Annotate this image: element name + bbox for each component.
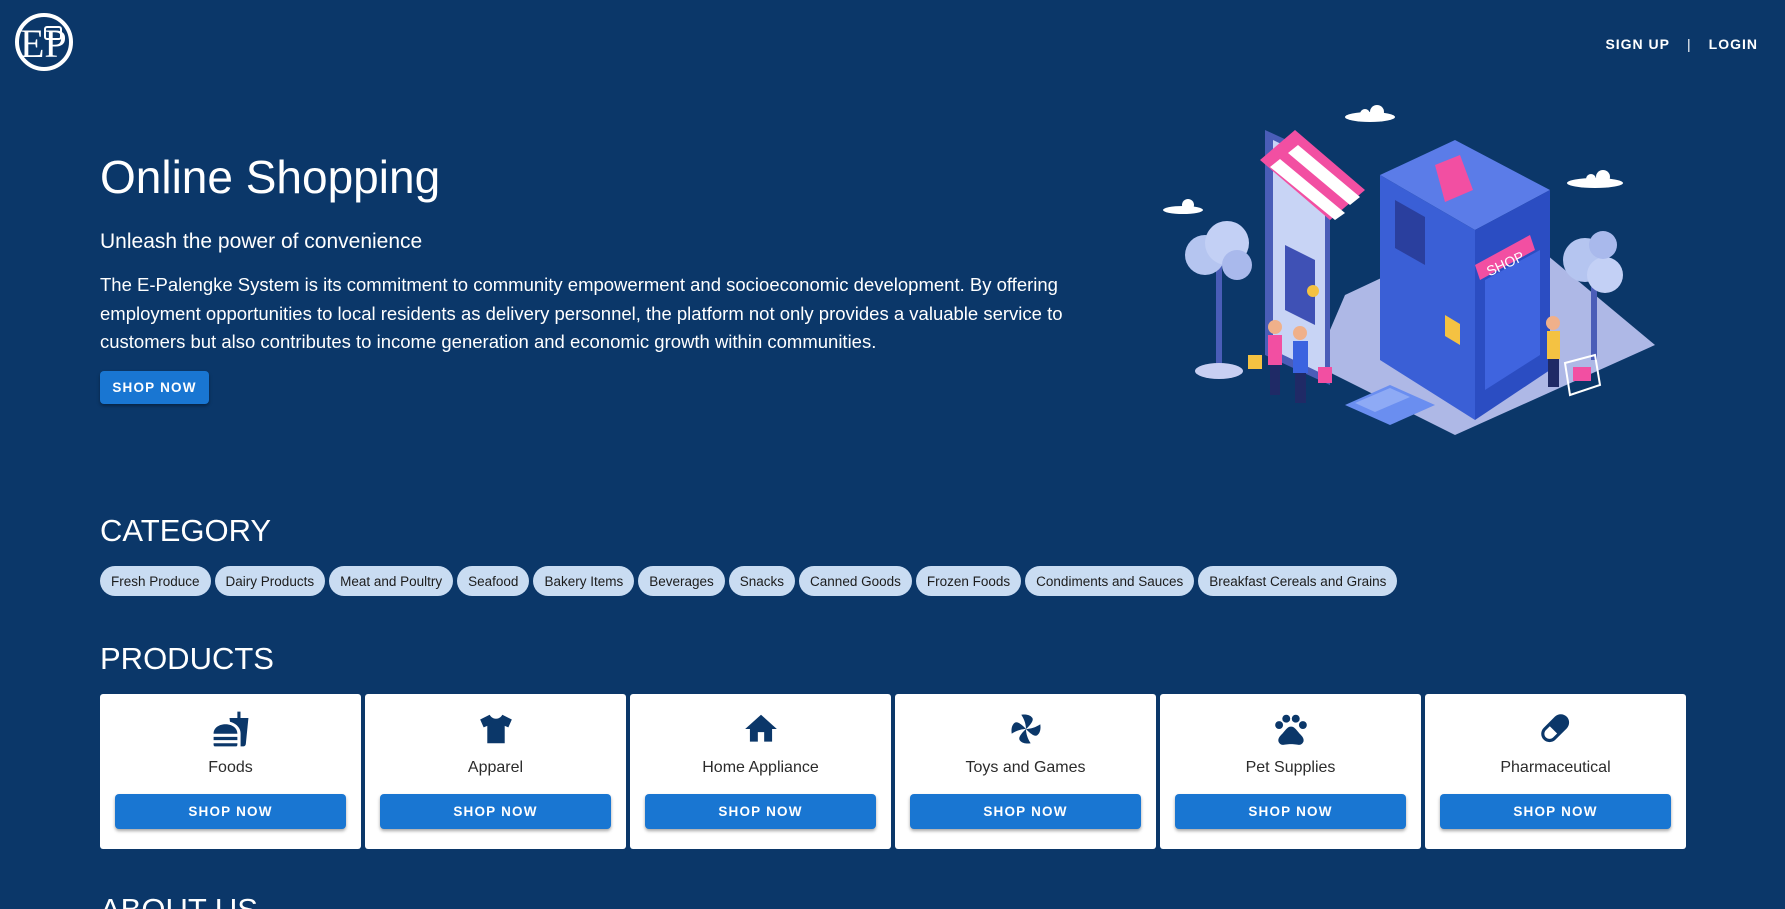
home-icon	[744, 714, 777, 742]
hero-description: The E-Palengke System is its commitment …	[100, 274, 1063, 352]
product-label: Apparel	[467, 759, 524, 776]
foods-shop-now-button[interactable]: SHOP NOW	[115, 794, 346, 829]
product-card-pet-supplies: Pet Supplies SHOP NOW	[1160, 694, 1421, 849]
hero-title: Online Shopping	[100, 151, 441, 203]
category-chip-seafood[interactable]: Seafood	[457, 566, 530, 596]
category-chip-fresh-produce[interactable]: Fresh Produce	[100, 566, 211, 596]
about-us-title: ABOUT US	[100, 892, 258, 909]
category-chip-dairy-products[interactable]: Dairy Products	[214, 566, 326, 596]
product-label: Home Appliance	[702, 759, 819, 776]
category-title: CATEGORY	[100, 513, 272, 548]
category-chip-frozen-foods[interactable]: Frozen Foods	[915, 566, 1022, 596]
category-chip-snacks[interactable]: Snacks	[728, 566, 796, 596]
product-card-apparel: Apparel SHOP NOW	[365, 694, 626, 849]
pill-icon	[1540, 714, 1569, 743]
pharmaceutical-shop-now-button[interactable]: SHOP NOW	[1440, 794, 1671, 829]
product-label: Pharmaceutical	[1500, 759, 1611, 776]
product-cards: Foods SHOP NOW Apparel SHOP NOW Home App…	[100, 694, 1686, 849]
auth-links: SIGN UP | LOGIN	[1605, 36, 1758, 52]
product-label: Toys and Games	[965, 759, 1086, 776]
category-chip-bakery-items[interactable]: Bakery Items	[533, 566, 635, 596]
home-appliance-shop-now-button[interactable]: SHOP NOW	[645, 794, 876, 829]
apparel-shop-now-button[interactable]: SHOP NOW	[380, 794, 611, 829]
pinwheel-icon	[1010, 714, 1041, 744]
hero-subtitle: Unleash the power of convenience	[100, 230, 423, 253]
product-card-pharmaceutical: Pharmaceutical SHOP NOW	[1425, 694, 1686, 849]
hero-shop-now-button[interactable]: SHOP NOW	[100, 371, 209, 404]
category-chips: Fresh Produce Dairy Products Meat and Po…	[100, 566, 1398, 596]
products-title: PRODUCTS	[100, 641, 274, 676]
shop-illustration: SHOP	[1163, 105, 1655, 435]
tshirt-icon	[479, 714, 512, 744]
product-card-toys-and-games: Toys and Games SHOP NOW	[895, 694, 1156, 849]
category-chip-canned-goods[interactable]: Canned Goods	[799, 566, 912, 596]
category-chip-beverages[interactable]: Beverages	[638, 566, 725, 596]
category-chip-condiments-and-sauces[interactable]: Condiments and Sauces	[1025, 566, 1195, 596]
paw-icon	[1274, 714, 1307, 745]
fastfood-icon	[213, 711, 248, 747]
product-label: Pet Supplies	[1245, 759, 1336, 776]
pet-supplies-shop-now-button[interactable]: SHOP NOW	[1175, 794, 1406, 829]
product-card-foods: Foods SHOP NOW	[100, 694, 361, 849]
auth-separator: |	[1687, 36, 1692, 52]
logo[interactable]: EP	[11, 13, 78, 71]
product-label: Foods	[208, 759, 253, 776]
product-card-home-appliance: Home Appliance SHOP NOW	[630, 694, 891, 849]
signup-link[interactable]: SIGN UP	[1605, 36, 1670, 52]
toys-shop-now-button[interactable]: SHOP NOW	[910, 794, 1141, 829]
category-chip-breakfast-cereals[interactable]: Breakfast Cereals and Grains	[1198, 566, 1398, 596]
category-chip-meat-and-poultry[interactable]: Meat and Poultry	[329, 566, 454, 596]
login-link[interactable]: LOGIN	[1709, 36, 1758, 52]
